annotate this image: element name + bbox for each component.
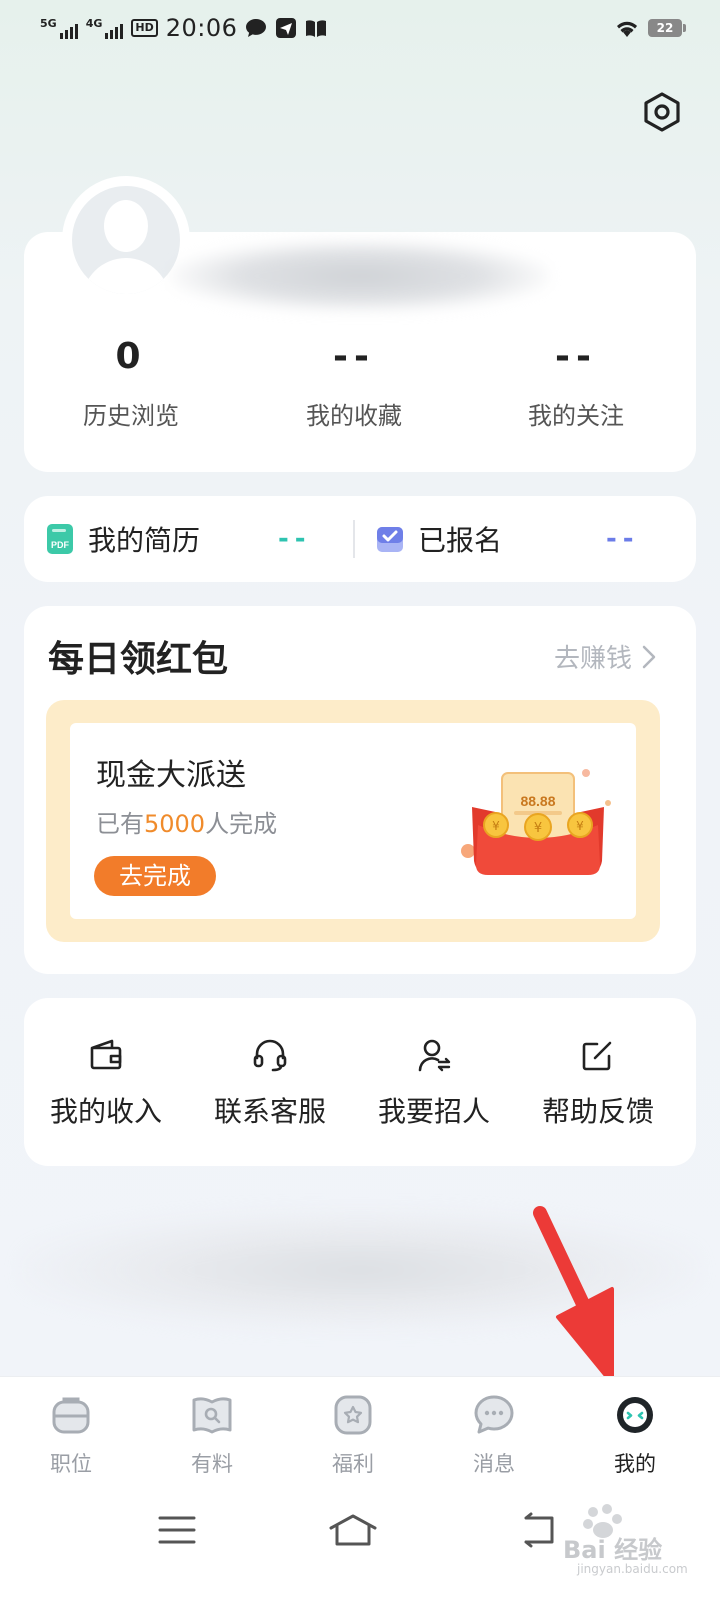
watermark-sub: jingyan.baidu.com: [577, 1562, 688, 1576]
settings-hex-icon[interactable]: [640, 90, 684, 134]
chat-bubble-icon: [246, 19, 267, 37]
wifi-icon: [617, 21, 637, 37]
stat-favorites[interactable]: -- 我的收藏: [242, 332, 466, 431]
tab-jobs-label: 职位: [50, 1452, 92, 1476]
tab-benefits-label: 福利: [332, 1452, 374, 1476]
recruit-icon: [418, 1039, 451, 1072]
paper-plane-icon: [276, 18, 297, 38]
applied-button[interactable]: 已报名 --: [376, 496, 666, 582]
promo-subtitle: 已有5000人完成: [96, 804, 277, 839]
my-resume-value: --: [278, 524, 312, 554]
hd-badge: HD: [131, 19, 158, 37]
earn-money-link[interactable]: 去赚钱: [554, 638, 656, 675]
tab-benefits[interactable]: 福利: [298, 1392, 408, 1478]
stat-history-label: 历史浏览: [83, 402, 179, 430]
tab-content[interactable]: 有料: [157, 1392, 267, 1478]
calendar-check-icon: [377, 527, 403, 552]
stat-following-value: --: [555, 336, 597, 377]
watermark-main: Bai 经验: [563, 1536, 663, 1564]
stat-following[interactable]: -- 我的关注: [464, 332, 688, 431]
promo-count: 5000: [144, 810, 206, 838]
daily-title: 每日领红包: [48, 639, 229, 680]
applied-value: --: [606, 524, 640, 554]
tab-mine-label: 我的: [614, 1452, 656, 1476]
svg-text:¥: ¥: [492, 819, 500, 833]
promo-suffix: 人完成: [205, 810, 278, 838]
tab-mine[interactable]: 我的: [580, 1392, 690, 1478]
tool-my-income[interactable]: 我的收入: [24, 1036, 188, 1130]
signal-4g-icon: 4G: [86, 17, 124, 39]
promo-title: 现金大派送: [96, 758, 246, 793]
book-search-icon: [192, 1397, 232, 1434]
tab-messages-label: 消息: [473, 1452, 515, 1476]
divider: [353, 520, 355, 558]
tab-jobs[interactable]: 职位: [16, 1392, 126, 1478]
battery-icon: 22: [648, 19, 686, 37]
svg-text:PDF: PDF: [51, 540, 70, 550]
headset-icon: [253, 1039, 287, 1072]
tab-messages[interactable]: 消息: [439, 1392, 549, 1478]
tool-contact-service[interactable]: 联系客服: [188, 1036, 352, 1130]
status-right: 22: [614, 18, 686, 38]
book-icon: [306, 20, 327, 37]
clock: 20:06: [165, 14, 238, 42]
tab-content-label: 有料: [191, 1452, 233, 1476]
baidu-watermark: Bai 经验 jingyan.baidu.com: [555, 1490, 715, 1590]
pdf-icon: PDF: [47, 524, 73, 554]
applied-label: 已报名: [418, 524, 503, 557]
tool-my-income-label: 我的收入: [49, 1095, 162, 1128]
svg-text:¥: ¥: [576, 819, 584, 833]
status-left: 5G 4G HD 20:06: [40, 14, 327, 42]
annotation-arrow-icon: [533, 1206, 614, 1385]
stat-history[interactable]: 0 历史浏览: [19, 332, 243, 431]
chevron-right-icon: [642, 645, 656, 668]
gift-star-icon: [334, 1395, 372, 1435]
stat-history-value: 0: [115, 336, 147, 377]
profile-face-icon: [617, 1397, 653, 1433]
promo-prefix: 已有: [96, 810, 144, 838]
username-blurred: [170, 240, 550, 312]
stat-favorites-label: 我的收藏: [306, 402, 402, 430]
tool-help-feedback[interactable]: 帮助反馈: [516, 1036, 680, 1130]
promo-complete-button[interactable]: 去完成: [94, 856, 216, 896]
wallet-icon: [90, 1039, 122, 1070]
tool-recruit-label: 我要招人: [377, 1095, 490, 1128]
packet-amount: 88.88: [520, 793, 555, 809]
edit-icon: [582, 1041, 612, 1071]
my-resume-button[interactable]: PDF 我的简历 --: [46, 496, 336, 582]
avatar[interactable]: [72, 186, 180, 294]
tool-contact-service-label: 联系客服: [213, 1095, 326, 1128]
tool-help-feedback-label: 帮助反馈: [541, 1095, 654, 1128]
briefcase-icon: [52, 1397, 90, 1434]
stat-following-label: 我的关注: [528, 402, 624, 430]
tool-recruit[interactable]: 我要招人: [352, 1036, 516, 1130]
svg-text:¥: ¥: [534, 821, 542, 836]
signal-5g-icon: 5G: [40, 17, 78, 39]
stat-favorites-value: --: [333, 336, 375, 377]
red-packet-icon: 88.88 ¥ ¥ ¥: [461, 769, 611, 875]
my-resume-label: 我的简历: [88, 524, 201, 557]
menu-icon[interactable]: [148, 1508, 208, 1552]
earn-money-label: 去赚钱: [553, 644, 632, 674]
message-icon: [474, 1395, 514, 1434]
home-icon[interactable]: [323, 1508, 383, 1552]
